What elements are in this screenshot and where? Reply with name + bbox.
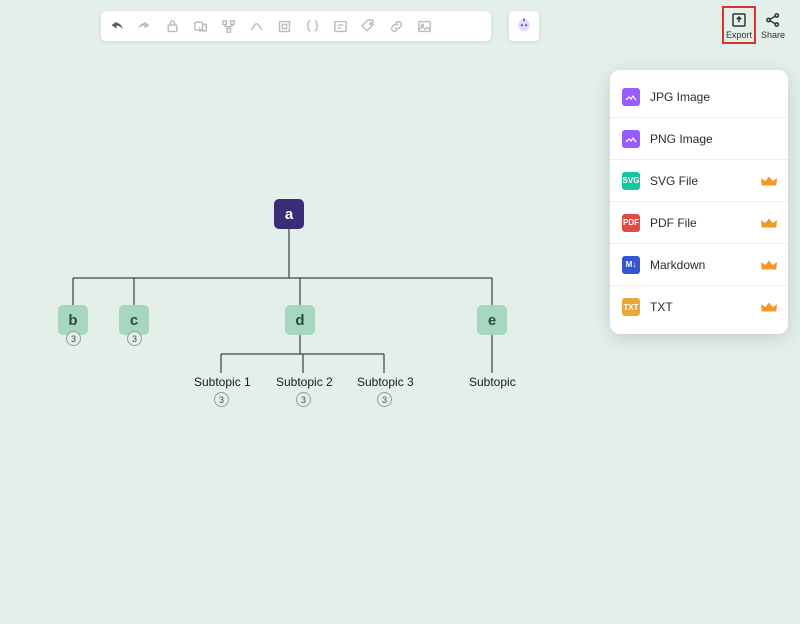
jpg-icon — [622, 88, 640, 106]
count-badge: 3 — [214, 392, 229, 407]
menu-item-md[interactable]: M↓ Markdown — [610, 244, 788, 286]
share-label: Share — [761, 30, 785, 40]
subtopic-node[interactable]: Subtopic 2 — [276, 375, 333, 389]
menu-label: PNG Image — [650, 132, 713, 146]
txt-icon: TXT — [622, 298, 640, 316]
svg-icon: SVG — [622, 172, 640, 190]
subtopic-node[interactable]: Subtopic 3 — [357, 375, 414, 389]
link-icon[interactable] — [387, 17, 405, 35]
premium-icon — [760, 258, 778, 272]
braces-icon[interactable] — [303, 17, 321, 35]
count-badge: 3 — [66, 331, 81, 346]
premium-icon — [760, 174, 778, 188]
path-icon[interactable] — [247, 17, 265, 35]
menu-label: Markdown — [650, 258, 705, 272]
premium-icon — [760, 300, 778, 314]
share-button[interactable]: Share — [756, 6, 790, 44]
menu-label: TXT — [650, 300, 673, 314]
count-badge: 3 — [127, 331, 142, 346]
tag-icon[interactable] — [359, 17, 377, 35]
menu-item-svg[interactable]: SVG SVG File — [610, 160, 788, 202]
pdf-icon: PDF — [622, 214, 640, 232]
menu-label: SVG File — [650, 174, 698, 188]
count-badge: 3 — [377, 392, 392, 407]
menu-item-jpg[interactable]: JPG Image — [610, 76, 788, 118]
frame-icon[interactable] — [275, 17, 293, 35]
export-button[interactable]: Export — [722, 6, 756, 44]
menu-item-txt[interactable]: TXT TXT — [610, 286, 788, 328]
menu-item-pdf[interactable]: PDF PDF File — [610, 202, 788, 244]
text-icon[interactable] — [331, 17, 349, 35]
toolbar — [100, 10, 492, 42]
subtopic-node[interactable]: Subtopic — [469, 375, 516, 389]
png-icon — [622, 130, 640, 148]
branch-icon[interactable] — [219, 17, 237, 35]
image-icon[interactable] — [415, 17, 433, 35]
child-node-e[interactable]: e — [477, 305, 507, 335]
root-node[interactable]: a — [274, 199, 304, 229]
export-menu: JPG Image PNG Image SVG SVG File PDF PDF… — [610, 70, 788, 334]
menu-label: PDF File — [650, 216, 697, 230]
menu-item-png[interactable]: PNG Image — [610, 118, 788, 160]
shape-edit-icon[interactable] — [191, 17, 209, 35]
menu-label: JPG Image — [650, 90, 710, 104]
child-node-d[interactable]: d — [285, 305, 315, 335]
undo-icon[interactable] — [107, 17, 125, 35]
top-right-actions: Export Share — [722, 6, 790, 44]
ai-button[interactable] — [508, 10, 540, 42]
markdown-icon: M↓ — [622, 256, 640, 274]
count-badge: 3 — [296, 392, 311, 407]
export-label: Export — [726, 30, 752, 40]
redo-icon[interactable] — [135, 17, 153, 35]
lock-icon[interactable] — [163, 17, 181, 35]
subtopic-node[interactable]: Subtopic 1 — [194, 375, 251, 389]
premium-icon — [760, 216, 778, 230]
